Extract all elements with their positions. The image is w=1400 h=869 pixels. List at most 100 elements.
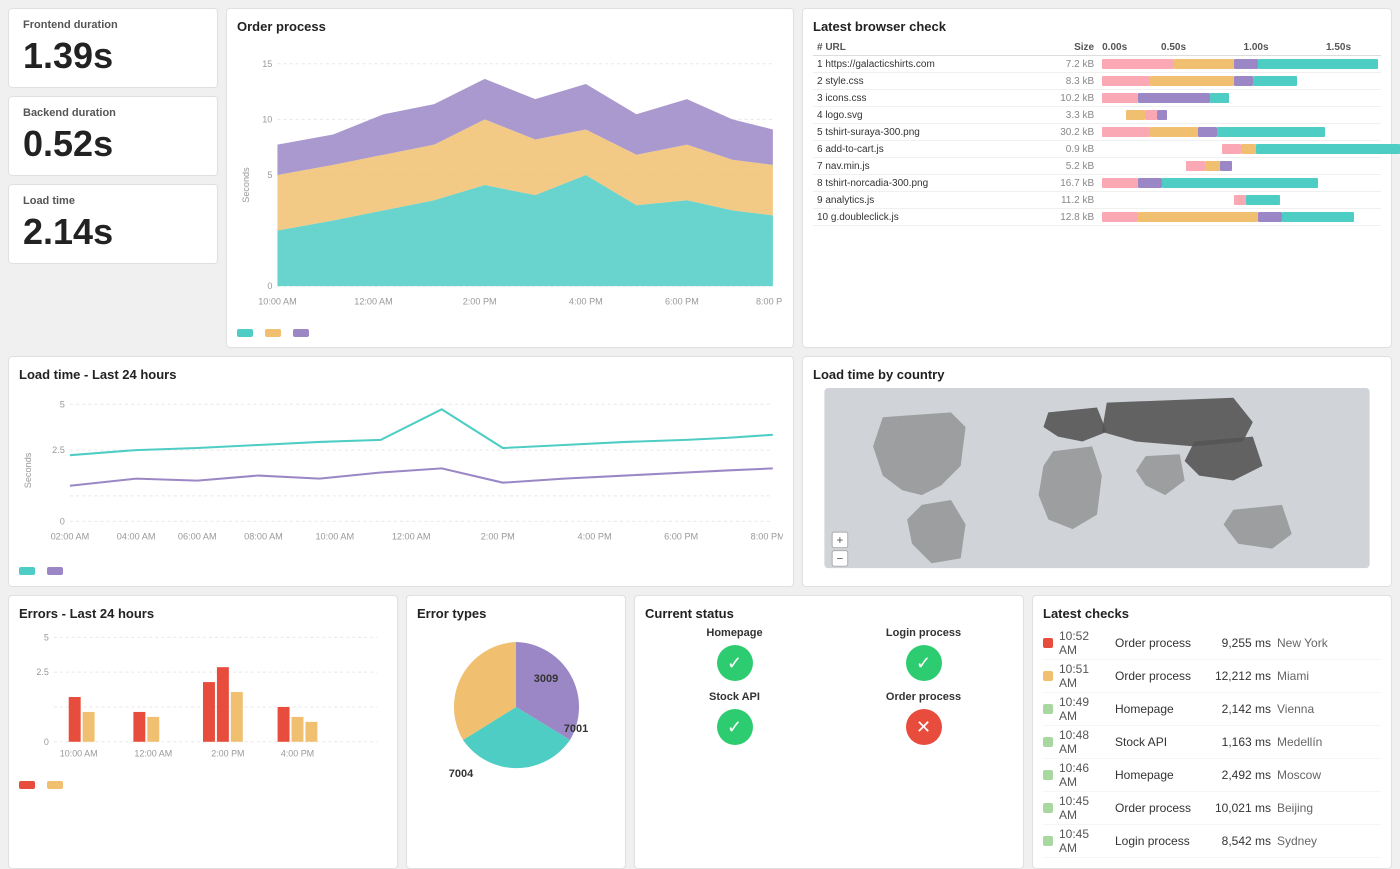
svg-text:7001: 7001	[564, 723, 588, 735]
current-status-card: Current status Homepage ✓ Login process …	[634, 595, 1024, 869]
error-types-title: Error types	[417, 606, 615, 621]
bc-url: 10 g.doubleclick.js	[813, 209, 1041, 226]
check-color-dot	[1043, 638, 1053, 648]
check-row: 10:48 AM Stock API 1,163 ms Medellín	[1043, 726, 1381, 759]
check-ms: 9,255 ms	[1211, 636, 1271, 650]
bc-url: 1 https://galacticshirts.com	[813, 56, 1041, 73]
svg-text:0: 0	[60, 516, 65, 526]
svg-text:10:00 AM: 10:00 AM	[60, 749, 98, 759]
svg-text:4:00 PM: 4:00 PM	[577, 532, 611, 542]
check-time: 10:49 AM	[1059, 695, 1109, 723]
svg-text:12:00 AM: 12:00 AM	[392, 532, 431, 542]
check-city: Miami	[1277, 669, 1309, 683]
bc-size: 10.2 kB	[1041, 90, 1098, 107]
latest-checks-card: Latest checks 10:52 AM Order process 9,2…	[1032, 595, 1392, 869]
frontend-label: Frontend duration	[23, 19, 203, 31]
bc-row: 2 style.css8.3 kB	[813, 73, 1381, 90]
bc-size: 30.2 kB	[1041, 124, 1098, 141]
svg-text:6:00 PM: 6:00 PM	[665, 296, 699, 306]
bc-url: 7 nav.min.js	[813, 158, 1041, 175]
bc-row: 3 icons.css10.2 kB	[813, 90, 1381, 107]
status-stockapi-icon: ✓	[717, 709, 753, 745]
bc-size: 11.2 kB	[1041, 192, 1098, 209]
bc-url: 9 analytics.js	[813, 192, 1041, 209]
bc-bar	[1098, 141, 1381, 158]
backend-label: Backend duration	[23, 107, 203, 119]
bc-size: 0.9 kB	[1041, 141, 1098, 158]
browser-check-title: Latest browser check	[813, 19, 1381, 34]
check-time: 10:48 AM	[1059, 728, 1109, 756]
bc-row: 8 tshirt-norcadia-300.png16.7 kB	[813, 175, 1381, 192]
browser-check-card: Latest browser check # URL Size 0.00s 0.…	[802, 8, 1392, 348]
bc-row: 7 nav.min.js5.2 kB	[813, 158, 1381, 175]
svg-text:8:00 PM: 8:00 PM	[751, 532, 783, 542]
bc-col-05s: 0.50s	[1157, 40, 1239, 56]
error-types-pie: 3009 7001 7004	[421, 627, 611, 787]
bc-size: 8.3 kB	[1041, 73, 1098, 90]
status-stockapi: Stock API ✓	[645, 691, 824, 745]
status-stockapi-label: Stock API	[709, 691, 760, 703]
bc-bar	[1098, 56, 1381, 73]
bc-bar	[1098, 90, 1381, 107]
svg-text:5: 5	[60, 399, 65, 409]
check-city: Moscow	[1277, 768, 1321, 782]
svg-text:5: 5	[44, 632, 49, 642]
svg-text:12:00 AM: 12:00 AM	[354, 296, 392, 306]
loadtime-value: 2.14s	[23, 211, 203, 253]
svg-text:0: 0	[267, 281, 272, 291]
bc-bar	[1098, 209, 1381, 226]
status-orderprocess-icon: ✕	[906, 709, 942, 745]
backend-duration-card: Backend duration 0.52s	[8, 96, 218, 176]
status-login: Login process ✓	[834, 627, 1013, 681]
check-color-dot	[1043, 671, 1053, 681]
svg-text:06:00 AM: 06:00 AM	[178, 532, 217, 542]
svg-text:2.5: 2.5	[52, 445, 65, 455]
bc-url: 5 tshirt-suraya-300.png	[813, 124, 1041, 141]
svg-text:+: +	[837, 534, 844, 547]
order-process-card: Order process 15 10 5 0 Seconds 10:00 AM…	[226, 8, 794, 348]
svg-text:10: 10	[262, 114, 272, 124]
bc-col-0s: 0.00s	[1098, 40, 1157, 56]
bc-row: 6 add-to-cart.js0.9 kB	[813, 141, 1381, 158]
bc-bar	[1098, 73, 1381, 90]
check-row: 10:45 AM Login process 8,542 ms Sydney	[1043, 825, 1381, 858]
world-map: + −	[813, 388, 1381, 573]
load-time-country-title: Load time by country	[813, 367, 1381, 382]
svg-text:4:00 PM: 4:00 PM	[569, 296, 603, 306]
bc-url: 8 tshirt-norcadia-300.png	[813, 175, 1041, 192]
check-name: Homepage	[1115, 702, 1205, 716]
error-types-card: Error types 3009 7001 7004	[406, 595, 626, 869]
frontend-value: 1.39s	[23, 35, 203, 77]
status-homepage: Homepage ✓	[645, 627, 824, 681]
status-orderprocess: Order process ✕	[834, 691, 1013, 745]
backend-value: 0.52s	[23, 123, 203, 165]
check-time: 10:45 AM	[1059, 794, 1109, 822]
check-ms: 2,492 ms	[1211, 768, 1271, 782]
check-color-dot	[1043, 770, 1053, 780]
check-color-dot	[1043, 836, 1053, 846]
browser-check-table: # URL Size 0.00s 0.50s 1.00s 1.50s 1 htt…	[813, 40, 1381, 226]
svg-text:12:00 AM: 12:00 AM	[134, 749, 172, 759]
check-row: 10:51 AM Order process 12,212 ms Miami	[1043, 660, 1381, 693]
check-time: 10:52 AM	[1059, 629, 1109, 657]
bc-col-size: Size	[1041, 40, 1098, 56]
load-time-country-card: Load time by country + −	[802, 356, 1392, 587]
load-time-24h-legend	[19, 567, 783, 575]
check-city: Medellín	[1277, 735, 1322, 749]
svg-text:Seconds: Seconds	[241, 167, 251, 203]
current-status-title: Current status	[645, 606, 1013, 621]
order-process-legend	[237, 329, 783, 337]
svg-text:−: −	[837, 552, 844, 565]
order-process-title: Order process	[237, 19, 783, 34]
bc-row: 5 tshirt-suraya-300.png30.2 kB	[813, 124, 1381, 141]
check-city: New York	[1277, 636, 1328, 650]
loadtime-card: Load time 2.14s	[8, 184, 218, 264]
check-name: Order process	[1115, 636, 1205, 650]
check-row: 10:45 AM Order process 10,021 ms Beijing	[1043, 792, 1381, 825]
status-grid: Homepage ✓ Login process ✓ Stock API ✓ O…	[645, 627, 1013, 745]
check-ms: 10,021 ms	[1211, 801, 1271, 815]
svg-text:10:00 AM: 10:00 AM	[315, 532, 354, 542]
bc-row: 4 logo.svg3.3 kB	[813, 107, 1381, 124]
check-row: 10:49 AM Homepage 2,142 ms Vienna	[1043, 693, 1381, 726]
status-login-label: Login process	[886, 627, 961, 639]
